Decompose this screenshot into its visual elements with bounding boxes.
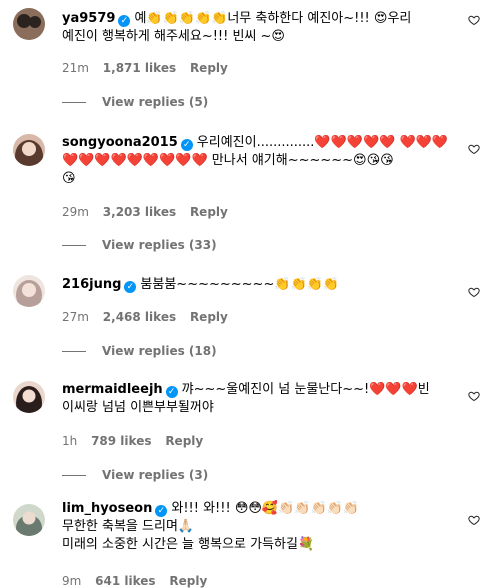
comment-text-line: 😘 [62,171,76,186]
comment-meta: 29m 3,203 likes Reply [62,205,238,219]
view-replies-button[interactable]: View replies (33) [62,238,217,252]
avatar[interactable] [13,504,45,536]
comment-body: lim_hyoseon ✓ 와!!! 와!!! 😳😳🥰👏🏻👏🏻👏🏻👏🏻👏🏻 무한한 … [62,500,444,554]
reply-button[interactable]: Reply [169,574,207,588]
comment-text-line: 우리예진이..............❤️❤️❤️❤️❤️ ❤️❤️❤️ [196,135,449,150]
comment-body: ya9579 ✓ 예👏👏👏👏👏너무 축하한다 예진아~!!! 😍우리 예진이 행복하… [62,10,444,46]
verified-badge-icon: ✓ [165,386,178,398]
comment-text-line: 예👏👏👏👏👏너무 축하한다 예진아~!!! 😍우리 [134,11,412,26]
comment-likes[interactable]: 641 likes [95,574,155,588]
like-heart-icon[interactable] [468,14,480,26]
verified-badge-icon: ✓ [118,15,131,27]
comment-text-line: 미래의 소중한 시간은 늘 행복으로 가득하길💐 [62,537,315,552]
comment-text-line: 이씨랑 넘넘 이쁜부부될꺼야 [62,400,214,415]
comment-text-line: 와!!! 와!!! 😳😳🥰👏🏻👏🏻👏🏻👏🏻👏🏻 [171,501,360,516]
comment-likes[interactable]: 3,203 likes [103,205,176,219]
divider-dash [62,475,86,476]
comment-likes[interactable]: 2,468 likes [103,310,176,324]
comment-text-line: ❤️❤️❤️❤️❤️❤️❤️❤️❤️ 만나서 얘기해~~~~~~😍😘😘 [62,153,394,168]
verified-badge-icon: ✓ [155,505,168,517]
comment-text-line: 무한한 축복을 드리며🙏🏻 [62,519,195,534]
view-replies-label: View replies (5) [102,95,209,109]
comment-likes[interactable]: 789 likes [91,434,151,448]
like-heart-icon[interactable] [468,514,480,526]
username[interactable]: 216jung [62,277,121,292]
comment-time[interactable]: 9m [62,574,81,588]
comment-meta: 27m 2,468 likes Reply [62,310,238,324]
comment-body: 216jung ✓ 붐붐붐~~~~~~~~~👏👏👏👏 [62,276,444,294]
reply-button[interactable]: Reply [190,310,228,324]
comment-meta: 1h 789 likes Reply [62,434,213,448]
reply-button[interactable]: Reply [190,61,228,75]
avatar[interactable] [13,381,45,413]
reply-button[interactable]: Reply [190,205,228,219]
view-replies-button[interactable]: View replies (5) [62,95,208,109]
comment-text-line: 꺄~~~울예진이 넘 눈물난다~~!❤️❤️❤️빈 [181,382,430,397]
avatar[interactable] [13,134,45,166]
comment-meta: 21m 1,871 likes Reply [62,61,238,75]
verified-badge-icon: ✓ [180,139,193,151]
view-replies-button[interactable]: View replies (3) [62,468,208,482]
verified-badge-icon: ✓ [124,281,137,293]
like-heart-icon[interactable] [468,143,480,155]
username[interactable]: mermaidleejh [62,382,163,397]
reply-button[interactable]: Reply [165,434,203,448]
view-replies-label: View replies (33) [102,238,217,252]
like-heart-icon[interactable] [468,286,480,298]
comment-text-line: 붐붐붐~~~~~~~~~👏👏👏👏 [140,277,340,292]
divider-dash [62,351,86,352]
comment-text-line: 예진이 행복하게 해주세요~!!! 빈씨 ~😍 [62,29,285,44]
view-replies-label: View replies (18) [102,344,217,358]
username[interactable]: ya9579 [62,11,115,26]
divider-dash [62,245,86,246]
avatar[interactable] [13,275,45,307]
comment-body: mermaidleejh ✓ 꺄~~~울예진이 넘 눈물난다~~!❤️❤️❤️빈 이… [62,381,444,417]
username[interactable]: lim_hyoseon [62,501,152,516]
username[interactable]: songyoona2015 [62,135,178,150]
comment-meta: 9m 641 likes Reply [62,574,217,588]
view-replies-label: View replies (3) [102,468,209,482]
view-replies-button[interactable]: View replies (18) [62,344,217,358]
comment-likes[interactable]: 1,871 likes [103,61,176,75]
avatar[interactable] [13,8,45,40]
divider-dash [62,102,86,103]
comment-time[interactable]: 21m [62,61,89,75]
like-heart-icon[interactable] [468,390,480,402]
comment-time[interactable]: 1h [62,434,77,448]
comment-time[interactable]: 29m [62,205,89,219]
comment-body: songyoona2015 ✓ 우리예진이..............❤️❤️❤️❤… [62,134,448,188]
comment-time[interactable]: 27m [62,310,89,324]
